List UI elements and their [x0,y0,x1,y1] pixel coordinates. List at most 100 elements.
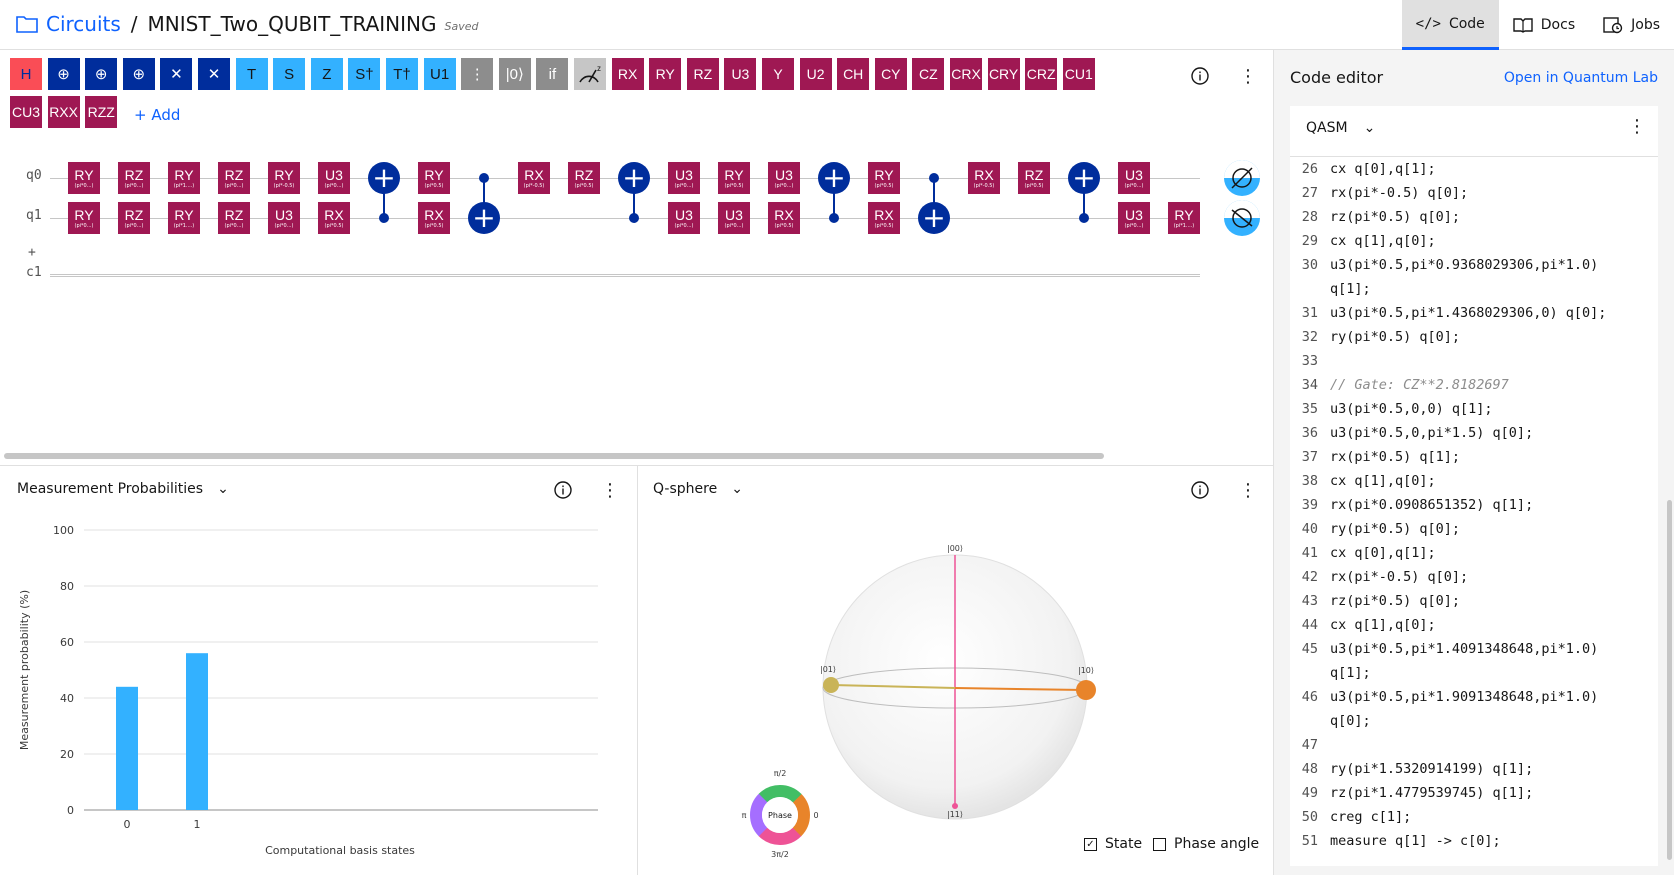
measurement-panel-dropdown[interactable]: Measurement Probabilities ⌄ [17,481,229,497]
cnot-control-dot[interactable] [379,213,389,223]
circuit-gate-q0[interactable]: RY (pi*1....) [168,162,200,194]
cnot-control-dot[interactable] [629,213,639,223]
circuit-horizontal-scrollbar[interactable] [4,453,1104,459]
circuit-gate-q0[interactable]: RY (pi*0...) [68,162,100,194]
gate-reset-button[interactable]: |0⟩ [498,58,531,90]
circuit-gate-q1[interactable]: RY (pi*1....) [1168,202,1200,234]
gate-h-button[interactable]: H [10,58,42,90]
gate-y-button[interactable]: Y [762,58,794,90]
gate-measure-z-button[interactable]: z [574,58,606,90]
qsphere-panel-dropdown[interactable]: Q-sphere ⌄ [653,481,743,497]
qsphere-info-icon[interactable] [1188,478,1212,502]
gate-tdg-button[interactable]: T† [386,58,418,90]
phase-angle-checkbox[interactable]: Phase angle [1153,836,1259,852]
qsphere-visualization[interactable]: |00⟩ |01⟩ |10⟩ |11⟩ Phase π/2 π 0 3π/2 [640,520,1270,870]
circuit-gate-q1[interactable]: RY (pi*0...) [68,202,100,234]
cnot-target[interactable]: + [468,202,500,234]
gate-rx-button[interactable]: RX [611,58,644,90]
circuit-gate-q1[interactable]: U3 (pi*0...) [718,202,750,234]
gate-swap-button[interactable]: ✕ [160,58,193,90]
gate-rz-button[interactable]: RZ [686,58,719,90]
gate-cnot-3-button[interactable]: ⊕ [122,58,155,90]
measurement-info-icon[interactable] [551,478,575,502]
cnot-target[interactable]: + [368,162,400,194]
circuit-gate-q0[interactable]: RX (pi*-0.5) [518,162,550,194]
circuit-gate-q1[interactable]: U3 (pi*0...) [1118,202,1150,234]
qsphere-overflow-icon[interactable]: ⋮ [1236,478,1260,502]
gate-u2-button[interactable]: U2 [799,58,832,90]
tab-docs[interactable]: Docs [1499,0,1589,50]
circuit-gate-q0[interactable]: U3 (pi*0...) [668,162,700,194]
gate-u3-button[interactable]: U3 [724,58,757,90]
gate-u1-button[interactable]: U1 [423,58,456,90]
cnot-target[interactable]: + [618,162,650,194]
overflow-menu-icon[interactable]: ⋮ [1236,64,1260,88]
gate-cz-button[interactable]: CZ [912,58,945,90]
gate-ch-button[interactable]: CH [837,58,870,90]
circuit-gate-q0[interactable]: RY (pi*0.5) [418,162,450,194]
cnot-control-dot[interactable] [929,173,939,183]
editor-overflow-icon[interactable]: ⋮ [1628,116,1646,137]
circuit-title[interactable]: MNIST_Two_QUBIT_TRAINING [148,12,437,36]
qubit-inspect-icon-q0[interactable] [1224,160,1260,196]
circuit-gate-q1[interactable]: RZ (pi*0...) [118,202,150,234]
gate-s-button[interactable]: S [273,58,306,90]
gate-ry-button[interactable]: RY [649,58,682,90]
qubit-inspect-icon-q1[interactable] [1224,200,1260,236]
breadcrumb-circuits-link[interactable]: Circuits [46,12,121,36]
circuit-gate-q0[interactable]: U3 (pi*0...) [1118,162,1150,194]
gate-crz-button[interactable]: CRZ [1025,58,1058,90]
gate-sdg-button[interactable]: S† [348,58,381,90]
gate-cu1-button[interactable]: CU1 [1062,58,1095,90]
cnot-target[interactable]: + [818,162,850,194]
circuit-gate-q1[interactable]: RX (pi*0.5) [868,202,900,234]
circuit-gate-q0[interactable]: U3 (pi*0...) [768,162,800,194]
circuit-gate-q0[interactable]: RX (pi*-0.5) [968,162,1000,194]
circuit-gate-q0[interactable]: RY (pi*0.5) [868,162,900,194]
gate-rxx-button[interactable]: RXX [47,96,80,128]
gate-rzz-button[interactable]: RZZ [85,96,118,128]
gate-cry-button[interactable]: CRY [987,58,1020,90]
gate-toffoli-button[interactable]: ⊕ [85,58,118,90]
gate-cy-button[interactable]: CY [874,58,907,90]
gate-z-button[interactable]: Z [310,58,343,90]
circuit-gate-q1[interactable]: RY (pi*1....) [168,202,200,234]
open-in-quantum-lab-link[interactable]: Open in Quantum Lab [1504,70,1658,86]
gate-if-button[interactable]: if [536,58,569,90]
measurement-overflow-icon[interactable]: ⋮ [598,478,622,502]
gate-cswap-button[interactable]: ✕ [198,58,230,90]
state-checkbox[interactable]: ✓ State [1084,836,1142,852]
circuit-gate-q1[interactable]: RZ (pi*0...) [218,202,250,234]
tab-jobs[interactable]: Jobs [1589,0,1674,50]
circuit-gate-q0[interactable]: U3 (pi*0...) [318,162,350,194]
circuit-gate-q0[interactable]: RZ (pi*0...) [218,162,250,194]
circuit-gate-q1[interactable]: RX (pi*0.5) [418,202,450,234]
cnot-control-dot[interactable] [829,213,839,223]
cnot-control-dot[interactable] [479,173,489,183]
circuit-gate-q0[interactable]: RZ (pi*0.5) [1018,162,1050,194]
language-dropdown[interactable]: QASM ⌄ [1306,120,1375,136]
circuit-gate-q0[interactable]: RY (pi*-0.5) [268,162,300,194]
cnot-target[interactable]: + [1068,162,1100,194]
gate-param: (pi*0...) [224,182,244,189]
code-text-area[interactable]: 26 cx q[0],q[1]; 27 rx(pi*-0.5) q[0]; 28 rz(p… [1290,156,1658,866]
add-qubit-icon[interactable]: + [28,245,36,260]
circuit-gate-q0[interactable]: RZ (pi*0...) [118,162,150,194]
gate-cnot-button[interactable]: ⊕ [47,58,80,90]
cnot-control-dot[interactable] [1079,213,1089,223]
circuit-gate-q1[interactable]: RX (pi*0.5) [318,202,350,234]
circuit-gate-q1[interactable]: RX (pi*0.5) [768,202,800,234]
circuit-gate-q0[interactable]: RZ (pi*0.5) [568,162,600,194]
gate-t-button[interactable]: T [235,58,268,90]
gate-crx-button[interactable]: CRX [950,58,982,90]
gate-cu3-button[interactable]: CU3 [10,96,42,128]
cnot-target[interactable]: + [918,202,950,234]
editor-vertical-scrollbar[interactable] [1667,500,1672,860]
info-icon[interactable] [1188,64,1212,88]
circuit-gate-q0[interactable]: RY (pi*0.5) [718,162,750,194]
gate-barrier-button[interactable]: ⋮ [461,58,494,90]
tab-code[interactable]: </> Code [1401,0,1499,50]
add-gate-link[interactable]: + Add [134,106,180,124]
circuit-gate-q1[interactable]: U3 (pi*0...) [668,202,700,234]
circuit-gate-q1[interactable]: U3 (pi*0...) [268,202,300,234]
